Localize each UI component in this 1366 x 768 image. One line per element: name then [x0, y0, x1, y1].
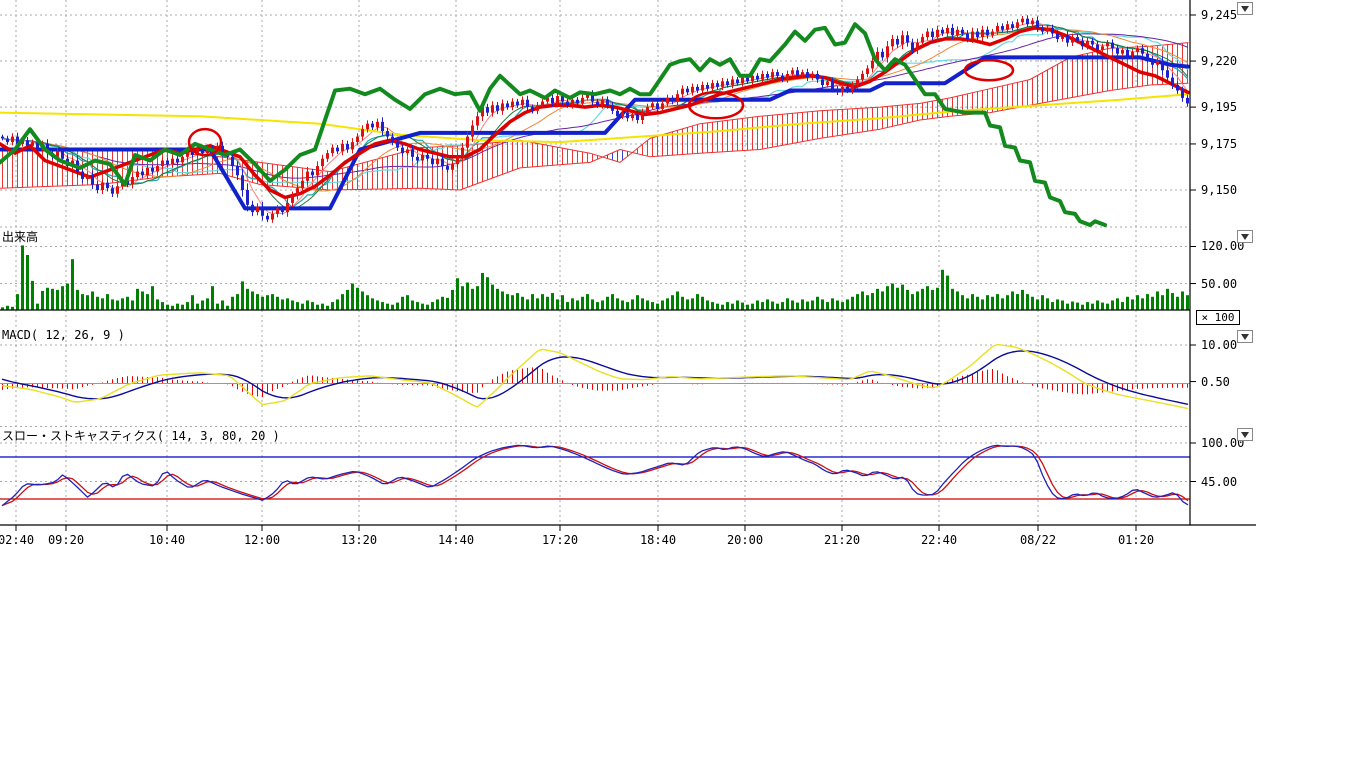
axis-tick-label: 9,150: [1201, 183, 1237, 197]
volume-panel-dropdown-button[interactable]: [1237, 230, 1253, 243]
price-panel-dropdown-button[interactable]: [1237, 2, 1253, 15]
time-tick-label: 22:40: [917, 533, 961, 547]
triangle-down-icon: [1241, 334, 1249, 340]
stoch-panel-label: スロー・ストキャスティクス( 14, 3, 80, 20 ): [2, 427, 280, 444]
time-tick-label: 14:40: [434, 533, 478, 547]
triangle-down-icon: [1241, 432, 1249, 438]
time-tick-label: 10:40: [145, 533, 189, 547]
time-tick-label: 18:40: [636, 533, 680, 547]
axis-tick-label: 45.00: [1201, 475, 1237, 489]
charting-app-window: 日経225mini 12/09( 5分, 2012/08/18 - 2012/0…: [0, 0, 1366, 768]
stoch-panel-dropdown-button[interactable]: [1237, 428, 1253, 441]
macd-panel-dropdown-button[interactable]: [1237, 330, 1253, 343]
time-tick-label: 17:20: [538, 533, 582, 547]
chart-canvas[interactable]: [0, 0, 1366, 768]
time-tick-label: 09:20: [44, 533, 88, 547]
volume-scale-multiplier: × 100: [1196, 310, 1240, 325]
triangle-down-icon: [1241, 234, 1249, 240]
axis-tick-label: 50.00: [1201, 277, 1237, 291]
axis-tick-label: 9,175: [1201, 137, 1237, 151]
time-tick-label: 20:00: [723, 533, 767, 547]
axis-tick-label: 9,220: [1201, 54, 1237, 68]
axis-tick-label: 0.50: [1201, 375, 1230, 389]
time-tick-label: 01:20: [1114, 533, 1158, 547]
time-tick-label: 13:20: [337, 533, 381, 547]
axis-tick-label: 10.00: [1201, 338, 1237, 352]
time-tick-label: 12:00: [240, 533, 284, 547]
time-tick-label: 02:40: [0, 533, 38, 547]
time-tick-label: 08/22: [1016, 533, 1060, 547]
time-tick-label: 21:20: [820, 533, 864, 547]
axis-tick-label: 9,245: [1201, 8, 1237, 22]
macd-panel-label: MACD( 12, 26, 9 ): [2, 328, 125, 342]
axis-tick-label: 9,195: [1201, 100, 1237, 114]
volume-panel-label: 出来高: [2, 228, 38, 245]
triangle-down-icon: [1241, 6, 1249, 12]
